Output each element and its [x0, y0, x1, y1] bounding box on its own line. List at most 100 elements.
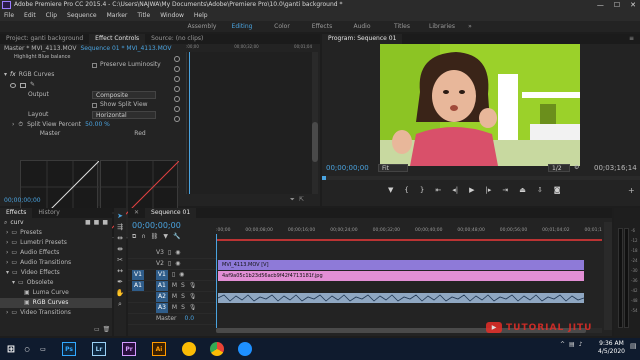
effects-item[interactable]: › ▭ Audio Effects: [0, 248, 112, 258]
workspace-titles[interactable]: Titles: [382, 21, 422, 32]
effects-item[interactable]: ▣ Luma Curve: [0, 288, 112, 298]
premiere-icon[interactable]: Pr: [122, 342, 136, 356]
maximize-icon[interactable]: ☐: [614, 0, 620, 10]
pen-mask-icon[interactable]: ✎: [30, 80, 35, 90]
menu-clip[interactable]: Clip: [46, 10, 57, 21]
effects-item[interactable]: ▾ ▭ Video Effects: [0, 268, 112, 278]
ec-scrollbar[interactable]: [312, 52, 318, 194]
razor-tool-icon[interactable]: ✂: [117, 256, 123, 264]
yuv-icon[interactable]: ■: [102, 218, 108, 228]
nest-icon[interactable]: ⧉: [132, 233, 136, 241]
solo-icon[interactable]: S: [181, 281, 185, 291]
hand-tool-icon[interactable]: ✋: [116, 289, 125, 297]
new-bin-icon[interactable]: ▭: [94, 326, 100, 333]
extract-icon[interactable]: ⇩: [537, 186, 543, 194]
photoshop-icon[interactable]: Ps: [62, 342, 76, 356]
track-select-icon[interactable]: ⇶: [117, 223, 123, 231]
effects-item[interactable]: › ▭ Presets: [0, 228, 112, 238]
track-label[interactable]: A2: [156, 292, 168, 302]
work-area-bar[interactable]: [216, 239, 602, 241]
ripple-edit-icon[interactable]: ⇹: [117, 234, 123, 242]
add-marker-icon[interactable]: ▼: [163, 233, 168, 241]
menu-file[interactable]: File: [4, 10, 14, 21]
cortana-search-icon[interactable]: ○: [20, 342, 34, 356]
layout-dropdown[interactable]: Horizontal: [92, 111, 156, 119]
go-to-out-icon[interactable]: ⇥: [502, 186, 508, 194]
expand-arrow-icon[interactable]: ▾: [4, 70, 7, 80]
add-marker-icon[interactable]: ▼: [388, 186, 393, 194]
ec-playhead[interactable]: [189, 52, 190, 194]
fx-badge-icon[interactable]: fx: [10, 70, 16, 80]
volume-icon[interactable]: ♪: [579, 341, 583, 348]
add-button-icon[interactable]: +: [628, 186, 635, 195]
track-label[interactable]: V2: [156, 259, 164, 269]
pen-tool-icon[interactable]: ✒: [117, 278, 123, 286]
output-dropdown[interactable]: Composite: [92, 91, 156, 99]
effects-item[interactable]: › ▭ Lumetri Presets: [0, 238, 112, 248]
voice-icon[interactable]: 🎙: [189, 303, 197, 313]
panel-menu-icon[interactable]: ≡: [623, 34, 640, 44]
clip-v1[interactable]: 4af9a05c1b23d56acb9f42f4713181f.jpg: [218, 271, 584, 281]
network-icon[interactable]: ▤: [569, 341, 575, 348]
windows-start-icon[interactable]: ⊞: [4, 342, 18, 356]
eye-icon[interactable]: ◉: [175, 248, 180, 258]
tab-history[interactable]: History: [32, 208, 65, 218]
timeline-vertical-scroll[interactable]: [604, 222, 612, 330]
sync-lock-icon[interactable]: ▯: [172, 270, 175, 280]
reset-icon[interactable]: [174, 96, 180, 102]
timeline-ruler[interactable]: :00;00 00;00;08;00 00;00;16;00 00;00;24;…: [216, 228, 602, 238]
solo-icon[interactable]: S: [181, 303, 185, 313]
filter-icon[interactable]: ⏷: [290, 196, 295, 204]
menu-edit[interactable]: Edit: [24, 10, 36, 21]
voice-icon[interactable]: 🎙: [189, 281, 197, 291]
workspace-libraries[interactable]: Libraries: [422, 21, 462, 32]
tab-sequence[interactable]: Sequence 01: [145, 208, 197, 218]
ec-scroll-thumb[interactable]: [312, 122, 318, 162]
accelerated-icon[interactable]: ■: [85, 218, 91, 228]
ellipse-mask-icon[interactable]: [10, 82, 16, 88]
menu-window[interactable]: Window: [160, 10, 184, 21]
preserve-luminosity-checkbox[interactable]: [92, 62, 97, 68]
selection-tool-icon[interactable]: ➤: [117, 212, 123, 220]
show-split-checkbox[interactable]: [92, 102, 97, 108]
wrench-icon[interactable]: 🔧: [173, 233, 180, 241]
snap-icon[interactable]: ∩: [141, 233, 145, 241]
step-back-icon[interactable]: ◂|: [452, 186, 458, 194]
settings-wrench-icon[interactable]: ⚙: [574, 164, 579, 171]
sync-lock-icon[interactable]: ▯: [168, 259, 171, 269]
play-icon[interactable]: ▶: [469, 186, 474, 194]
master-clip-label[interactable]: Master * MVI_4113.MOV: [4, 44, 76, 54]
zoom-tool-icon[interactable]: ⌕: [118, 300, 122, 309]
workspace-editing[interactable]: Editing: [222, 21, 262, 32]
sync-lock-icon[interactable]: ▯: [168, 248, 171, 258]
menu-help[interactable]: Help: [194, 10, 208, 21]
mark-in-icon[interactable]: {: [404, 186, 408, 194]
reset-icon[interactable]: [174, 116, 180, 122]
clip-a2-audio[interactable]: [217, 293, 585, 303]
track-label[interactable]: V3: [156, 248, 164, 258]
program-playhead[interactable]: [322, 176, 326, 180]
timeline-timecode[interactable]: 00;00;00;00: [132, 221, 181, 230]
track-label[interactable]: A3: [156, 303, 168, 313]
tab-source[interactable]: Source: (no clips): [145, 34, 209, 44]
tab-program[interactable]: Program: Sequence 01: [322, 34, 403, 44]
eye-icon[interactable]: ◉: [179, 270, 184, 280]
effects-item[interactable]: › ▭ Video Transitions: [0, 308, 112, 318]
program-scrubber[interactable]: [322, 176, 640, 180]
effects-item[interactable]: › ▭ Audio Transitions: [0, 258, 112, 268]
tab-project[interactable]: Project: ganti background: [0, 34, 89, 44]
illustrator-icon[interactable]: Ai: [152, 342, 166, 356]
reset-icon[interactable]: [174, 86, 180, 92]
menu-sequence[interactable]: Sequence: [67, 10, 97, 21]
master-volume-value[interactable]: 0.0: [185, 314, 195, 324]
source-patch-a1[interactable]: A1: [132, 281, 144, 291]
mark-out-icon[interactable]: }: [420, 186, 424, 194]
32bit-icon[interactable]: ■: [94, 218, 100, 228]
notification-icon[interactable]: ▤: [630, 342, 637, 350]
workspace-effects[interactable]: Effects: [302, 21, 342, 32]
close-icon[interactable]: ✕: [630, 0, 636, 10]
mute-icon[interactable]: M: [172, 292, 177, 302]
delete-icon[interactable]: 🗑: [103, 326, 111, 333]
reset-icon[interactable]: [174, 66, 180, 72]
mute-icon[interactable]: M: [172, 303, 177, 313]
